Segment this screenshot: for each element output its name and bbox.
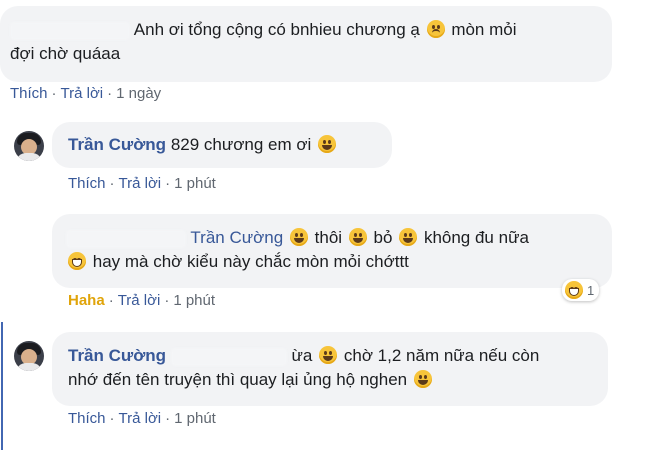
author-name[interactable]: Trần Cường (68, 135, 166, 154)
comment-line: Trần Cường ừa chờ 1,2 năm nữa nếu còn (68, 344, 608, 368)
reaction-count: 1 (587, 282, 595, 298)
comment-text: 829 chương em ơi (170, 135, 312, 154)
comment-actions: Thích · Trả lời · 1 phút (68, 410, 216, 427)
reply-link[interactable]: Trả lời (119, 410, 162, 427)
avatar[interactable] (14, 131, 44, 161)
comment-bubble: Anh ơi tổng cộng có bnhieu chương ạ mòn … (0, 6, 612, 82)
separator: · (164, 292, 170, 309)
separator: · (107, 85, 113, 102)
comment-bubble: Trần Cường thôi bỏ không đu nữa hay mà c… (52, 214, 612, 288)
comment-actions: Thích · Trả lời · 1 ngày (10, 85, 161, 102)
comment-line-2: nhớ đến tên truyện thì quay lại ủng hộ n… (68, 368, 608, 392)
avatar[interactable] (14, 341, 44, 371)
timestamp[interactable]: 1 phút (174, 410, 216, 427)
comment-text: không đu nữa (423, 228, 529, 247)
comment-text: chờ 1,2 năm nữa nếu còn (343, 346, 540, 365)
comment-line-2: hay mà chờ kiểu này chắc mòn mỏi chớttt (66, 250, 612, 274)
like-link[interactable]: Thích (68, 175, 106, 192)
haha-reaction-link[interactable]: Haha (68, 292, 105, 309)
sad-face-icon (426, 20, 445, 38)
comment-text: nhớ đến tên truyện thì quay lại ủng hộ n… (68, 370, 408, 389)
comment-line-2: đợi chờ quáaa (10, 44, 121, 63)
timestamp[interactable]: 1 phút (174, 175, 216, 192)
separator: · (165, 175, 171, 192)
comment-text: hay mà chờ kiểu này chắc mòn mỏi chớttt (92, 252, 409, 271)
comment-text: Anh ơi tổng cộng có bnhieu chương ạ (133, 20, 420, 39)
comment-line: Anh ơi tổng cộng có bnhieu chương ạ mòn … (10, 18, 596, 42)
smile-icon (399, 228, 418, 246)
separator: · (165, 410, 171, 427)
separator: · (109, 410, 115, 427)
timestamp[interactable]: 1 ngày (116, 85, 161, 102)
blurred-mention (170, 347, 287, 366)
comment-text-continued: mòn mỏi (451, 20, 517, 39)
smile-icon (289, 228, 308, 246)
comment-bubble: Trần Cường 829 chương em ơi (52, 122, 392, 168)
smile-icon (348, 228, 367, 246)
haha-reaction-icon (565, 281, 583, 299)
reply-link[interactable]: Trả lời (61, 85, 104, 102)
mention-link[interactable]: Trần Cường (190, 228, 283, 247)
highlight-bar (1, 322, 3, 450)
comment-text: bỏ (373, 228, 393, 247)
smile-icon (319, 346, 338, 364)
separator: · (109, 175, 115, 192)
timestamp[interactable]: 1 phút (173, 292, 215, 309)
reply-link[interactable]: Trả lời (119, 175, 162, 192)
comment-actions: Thích · Trả lời · 1 phút (68, 175, 216, 192)
like-link[interactable]: Thích (68, 410, 106, 427)
comment-text: ừa (291, 346, 313, 365)
smile-icon (318, 135, 337, 153)
reaction-count-badge[interactable]: 1 (562, 279, 600, 301)
author-name[interactable]: Trần Cường (68, 346, 166, 365)
separator: · (108, 292, 114, 309)
laughing-tears-icon (68, 252, 86, 270)
comment-actions: Haha · Trả lời · 1 phút (68, 292, 215, 309)
blurred-author-name (10, 21, 130, 40)
like-link[interactable]: Thích (10, 85, 48, 102)
reply-link[interactable]: Trả lời (118, 292, 161, 309)
comment-line: Trần Cường thôi bỏ không đu nữa (66, 226, 612, 250)
smile-icon (413, 370, 432, 388)
comment-text: thôi (314, 228, 343, 247)
blurred-author-name (66, 229, 186, 248)
separator: · (51, 85, 57, 102)
comment-bubble: Trần Cường ừa chờ 1,2 năm nữa nếu còn nh… (52, 332, 608, 406)
